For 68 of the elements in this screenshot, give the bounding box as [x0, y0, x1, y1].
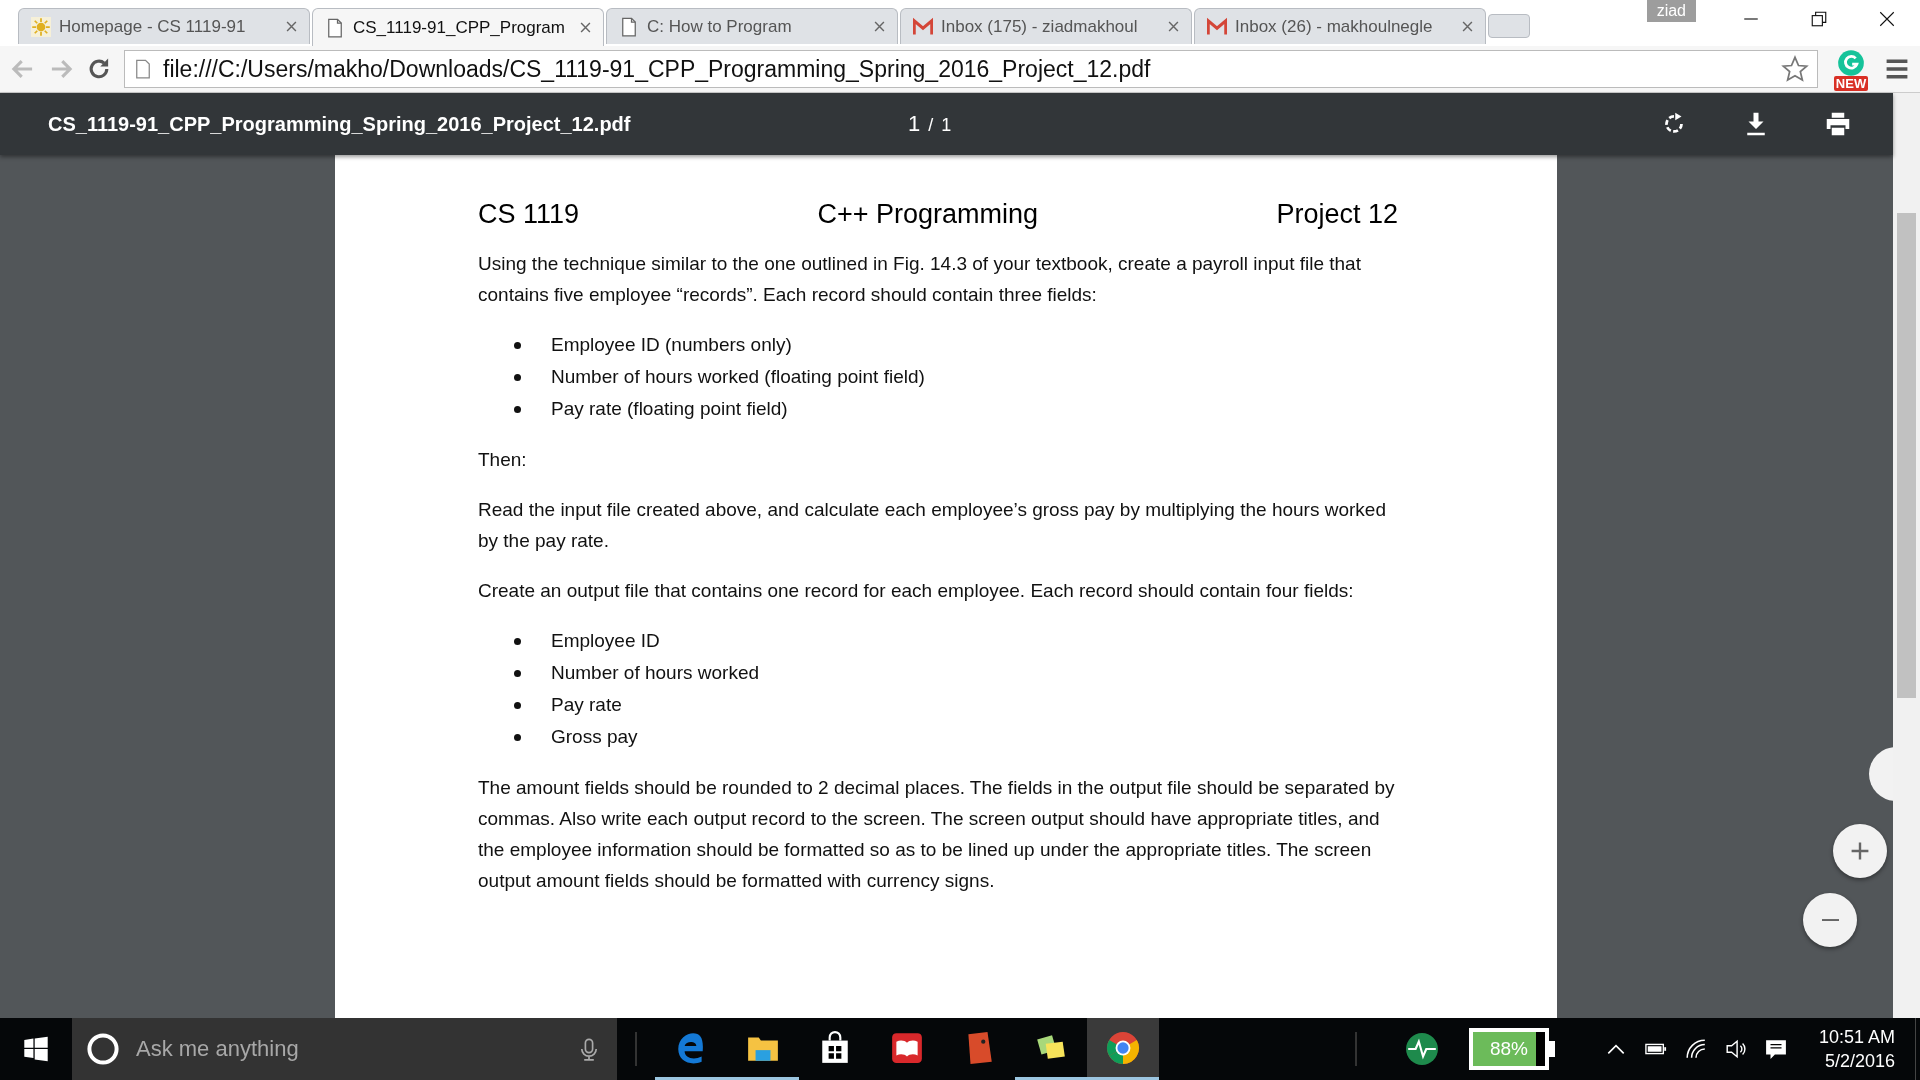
page-icon — [133, 59, 153, 79]
paragraph: Using the technique similar to the one outlined in Fig. 14.3 of your textbook, create a payroll input file that contains five employee “records”. Each record should contain three fields: — [478, 252, 1362, 307]
extension-button[interactable]: NEW — [1830, 49, 1872, 89]
paragraph: Then: — [478, 448, 528, 472]
list-item: Number of hours worked (floating point field) — [551, 365, 925, 389]
paragraph: The amount fields should be rounded to 2 decimal places. The fields in the output file should be separated by commas. Also write each output record to the screen. The screen output should have appropriate titles, and the employee information should be formatted so as to be lined up under the appropriate titles. The screen output amount fields should be formatted with currency signs. — [478, 776, 1396, 893]
paragraph: Create an output file that contains one record for each employee. Each record should contain four fields: — [478, 579, 1355, 603]
bullet-icon — [514, 701, 521, 709]
list-item: Pay rate (floating point field) — [551, 397, 788, 421]
browser-tab[interactable]: Homepage - CS 1119-91 — [18, 8, 310, 44]
document-icon — [325, 17, 345, 38]
tab-title: Inbox (26) - makhoulnegle — [1235, 16, 1434, 37]
page-separator: / — [928, 115, 934, 136]
zoom-in-button[interactable] — [1833, 824, 1887, 878]
bullet-icon — [514, 373, 521, 381]
book-icon — [890, 1030, 924, 1065]
bullet-icon — [514, 405, 521, 413]
clock[interactable]: 10:51 AM 5/2/2016 — [1818, 1018, 1895, 1080]
bullet-icon — [514, 341, 521, 349]
bullet-icon — [514, 669, 521, 677]
sun-icon — [31, 16, 51, 37]
star-icon[interactable] — [1781, 55, 1809, 83]
list-item: Employee ID (numbers only) — [551, 333, 792, 357]
mail-icon — [913, 16, 933, 37]
browser-tab[interactable]: CS_1119-91_CPP_Program — [312, 8, 604, 46]
clock-date: 5/2/2016 — [1824, 1050, 1895, 1073]
page-total: 1 — [941, 115, 952, 136]
close-icon[interactable] — [1878, 10, 1896, 28]
tab-title: C: How to Program — [647, 16, 793, 37]
scroll-thumb[interactable] — [1897, 213, 1916, 698]
document-heading: C++ Programming — [817, 199, 1039, 230]
circle-icon — [86, 1032, 120, 1066]
new-badge: NEW — [1833, 76, 1869, 91]
document-heading: Project 12 — [1276, 199, 1398, 230]
document-icon — [619, 16, 639, 37]
speaker-icon[interactable] — [1724, 1038, 1747, 1060]
browser-tab[interactable]: Inbox (26) - makhoulnegle — [1194, 8, 1486, 44]
notification-icon[interactable] — [1764, 1038, 1787, 1060]
search-field[interactable]: Ask me anything — [72, 1018, 617, 1080]
pulse-icon[interactable] — [1404, 1032, 1439, 1066]
tab-title: Inbox (175) - ziadmakhoul — [941, 16, 1139, 37]
minus-icon — [1821, 918, 1839, 922]
browser-tab[interactable]: C: How to Program — [606, 8, 898, 44]
list-item: Pay rate — [551, 693, 622, 717]
windows-icon[interactable] — [23, 1036, 49, 1062]
list-item: Number of hours worked — [551, 661, 760, 685]
circle-icon — [1837, 49, 1865, 77]
address-bar[interactable]: file:///C:/Users/makho/Downloads/CS_1119-91_CPP_Programming_Spring_2016_Project_12.pdf — [124, 50, 1818, 88]
tab-title: CS_1119-91_CPP_Program — [353, 17, 566, 38]
zoom-out-button[interactable] — [1803, 893, 1857, 947]
taskbar-app[interactable] — [1087, 1018, 1159, 1080]
bullet-icon — [514, 733, 521, 741]
browser-tab[interactable]: Inbox (175) - ziadmakhoul — [900, 8, 1192, 44]
document-heading: CS 1119 — [478, 199, 580, 230]
wifi-icon[interactable] — [1684, 1038, 1707, 1060]
mail-icon — [1207, 16, 1227, 37]
scrollbar[interactable] — [1893, 93, 1920, 1018]
battery-reading: 88% — [1489, 1038, 1528, 1060]
list-item: Employee ID — [551, 629, 660, 653]
restore-icon[interactable] — [1810, 10, 1828, 28]
file-name: CS_1119-91_CPP_Programming_Spring_2016_Project_12.pdf — [48, 112, 632, 136]
bullet-icon — [514, 637, 521, 645]
list-item: Gross pay — [551, 725, 638, 749]
clock-time: 10:51 AM — [1818, 1026, 1895, 1049]
page-number[interactable]: 1 — [908, 111, 921, 137]
paragraph: Read the input file created above, and calculate each employee’s gross pay by multiplying the hours worked by the pay rate. — [478, 498, 1387, 553]
chrome-icon — [1106, 1030, 1140, 1065]
tab-title: Homepage - CS 1119-91 — [59, 16, 247, 37]
